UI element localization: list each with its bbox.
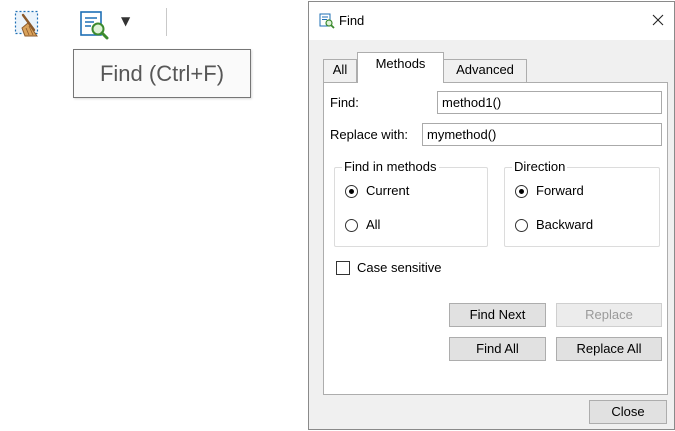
chevron-down-icon[interactable]: ▼	[121, 14, 130, 28]
find-in-methods-group: Find in methods Current All	[334, 159, 488, 247]
methods-tab-panel: Find: method1() Replace with: mymethod()…	[323, 82, 668, 395]
forward-radio-label: Forward	[536, 183, 584, 198]
replace-button[interactable]: Replace	[556, 303, 662, 327]
find-in-methods-legend: Find in methods	[342, 159, 439, 174]
tab-all[interactable]: All	[323, 59, 357, 83]
backward-radio[interactable]	[515, 219, 528, 232]
find-label: Find:	[330, 95, 359, 110]
all-radio-label: All	[366, 217, 381, 232]
tab-methods[interactable]: Methods	[357, 52, 444, 83]
find-input[interactable]: method1()	[437, 91, 662, 114]
toolbar-separator	[166, 8, 167, 36]
find-magnifier-icon[interactable]	[79, 10, 109, 40]
direction-legend: Direction	[512, 159, 568, 174]
all-radio[interactable]	[345, 219, 358, 232]
tab-advanced[interactable]: Advanced	[443, 59, 527, 83]
forward-radio[interactable]	[515, 185, 528, 198]
find-next-button[interactable]: Find Next	[449, 303, 546, 327]
close-icon[interactable]	[649, 11, 667, 29]
dialog-titlebar: Find	[309, 2, 674, 40]
current-radio[interactable]	[345, 185, 358, 198]
broom-clear-icon[interactable]	[14, 10, 42, 38]
direction-group: Direction Forward Backward	[504, 159, 660, 247]
case-sensitive-label: Case sensitive	[357, 260, 442, 275]
close-button[interactable]: Close	[589, 400, 667, 424]
replace-with-label: Replace with:	[330, 127, 409, 142]
find-tooltip: Find (Ctrl+F)	[73, 49, 251, 98]
find-all-button[interactable]: Find All	[449, 337, 546, 361]
case-sensitive-checkbox[interactable]	[336, 261, 350, 275]
current-radio-label: Current	[366, 183, 410, 198]
backward-radio-label: Backward	[536, 217, 594, 232]
find-magnifier-icon	[319, 13, 335, 29]
dialog-title: Find	[339, 13, 365, 28]
replace-all-button[interactable]: Replace All	[556, 337, 662, 361]
replace-input[interactable]: mymethod()	[422, 123, 662, 146]
find-dialog: Find All Methods Advanced Find: method1(…	[308, 1, 675, 430]
